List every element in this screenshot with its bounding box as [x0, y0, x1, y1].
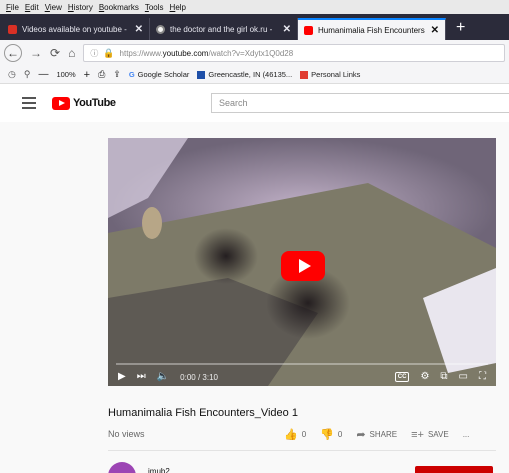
url-bar[interactable]: ⓘ 🔒 https://www.youtube.com/watch?v=Xdyt… — [83, 44, 505, 62]
player-controls: ▶ ⏭ 🔈 0:00 / 3:10 CC ⚙ ⧉ ▭ ⛶ — [108, 368, 496, 386]
gmail-icon — [8, 24, 17, 34]
youtube-play-icon — [52, 96, 70, 110]
zoom-out-button[interactable]: — — [38, 69, 48, 80]
like-button[interactable]: 👍 0 — [284, 428, 306, 441]
menu-help[interactable]: Help — [170, 3, 186, 12]
close-icon[interactable]: ✕ — [283, 24, 291, 35]
tab-youtube[interactable]: Humanimalia Fish Encounters ✕ — [298, 18, 446, 40]
channel-avatar[interactable] — [108, 462, 136, 473]
zoom-search-icon[interactable]: ⚲ — [24, 69, 31, 80]
menu-edit[interactable]: Edit — [25, 3, 39, 12]
share-icon[interactable]: ⇪ — [113, 69, 121, 80]
progress-bar[interactable] — [116, 363, 488, 365]
youtube-icon — [304, 25, 313, 35]
share-button[interactable]: ➦ SHARE — [356, 428, 397, 441]
tab-label: the doctor and the girl ok.ru - — [170, 24, 273, 34]
menu-view[interactable]: View — [45, 3, 62, 12]
captions-button[interactable]: CC — [394, 372, 410, 382]
miniplayer-icon[interactable]: ⧉ — [440, 372, 447, 382]
url-text: https://www.youtube.com/watch?v=Xdytx1Q0… — [119, 48, 294, 58]
home-button[interactable]: ⌂ — [68, 46, 75, 60]
youtube-header: YouTube Search — [0, 84, 509, 122]
settings-icon[interactable]: ⚙ — [420, 372, 429, 382]
bookmarks-bar: ◷ ⚲ — 100% + ⎙ ⇪ G Google Scholar Greenc… — [0, 66, 509, 84]
reload-button[interactable]: ⟳ — [50, 46, 60, 60]
menu-history[interactable]: History — [68, 3, 93, 12]
youtube-logo[interactable]: YouTube — [52, 96, 116, 110]
play-icon[interactable]: ▶ — [118, 372, 126, 382]
time-display: 0:00 / 3:10 — [180, 372, 218, 382]
tab-gmail[interactable]: Videos available on youtube - ✕ — [2, 18, 150, 40]
history-icon[interactable]: ◷ — [8, 69, 16, 80]
info-icon[interactable]: ⓘ — [90, 48, 98, 59]
more-actions-button[interactable]: ... — [463, 430, 470, 439]
next-icon[interactable]: ⏭ — [137, 372, 146, 382]
theater-icon[interactable]: ▭ — [459, 372, 468, 382]
menu-bar: File Edit View History Bookmarks Tools H… — [0, 0, 509, 14]
bookmark-google-scholar[interactable]: G Google Scholar — [129, 70, 190, 79]
forward-button[interactable]: → — [30, 46, 42, 60]
close-icon[interactable]: ✕ — [135, 24, 143, 35]
tab-label: Videos available on youtube - — [22, 24, 127, 34]
menu-file[interactable]: File — [6, 3, 19, 12]
zoom-in-button[interactable]: + — [84, 69, 90, 81]
view-count: No views — [108, 429, 145, 439]
new-tab-button[interactable]: + — [446, 18, 475, 40]
print-icon[interactable]: ⎙ — [98, 69, 105, 80]
tab-strip: Videos available on youtube - ✕ the doct… — [0, 14, 509, 40]
menu-icon[interactable] — [22, 97, 36, 109]
google-icon: G — [128, 70, 135, 79]
fullscreen-icon[interactable]: ⛶ — [479, 372, 486, 382]
close-icon[interactable]: ✕ — [431, 25, 439, 36]
dislike-count: 0 — [337, 430, 343, 439]
watch-page: ▶ ⏭ 🔈 0:00 / 3:10 CC ⚙ ⧉ ▭ ⛶ Humanimalia… — [0, 122, 509, 473]
search-input[interactable]: Search — [211, 93, 509, 113]
like-count: 0 — [301, 430, 307, 439]
menu-bookmarks[interactable]: Bookmarks — [99, 3, 139, 12]
thumbs-down-icon: 👎 — [320, 429, 334, 441]
subscribe-button[interactable] — [415, 466, 493, 473]
play-overlay-button[interactable] — [281, 251, 325, 281]
video-player[interactable]: ▶ ⏭ 🔈 0:00 / 3:10 CC ⚙ ⧉ ▭ ⛶ — [108, 138, 496, 386]
ok-icon — [156, 24, 165, 34]
tab-label: Humanimalia Fish Encounters — [318, 25, 425, 35]
menu-tools[interactable]: Tools — [145, 3, 164, 12]
bookmark-greencastle[interactable]: Greencastle, IN (46135... — [197, 70, 292, 79]
video-title: Humanimalia Fish Encounters_Video 1 — [108, 407, 298, 419]
share-arrow-icon: ➦ — [356, 429, 366, 441]
lock-icon: 🔒 — [103, 47, 115, 58]
thumbs-up-icon: 👍 — [284, 429, 298, 441]
channel-name[interactable]: jmub2 — [148, 467, 170, 473]
weather-icon — [197, 70, 206, 79]
folder-icon — [300, 70, 309, 79]
playlist-add-icon: ≡+ — [411, 428, 424, 441]
back-button[interactable]: ← — [4, 44, 22, 62]
dislike-button[interactable]: 👎 0 — [320, 428, 342, 441]
zoom-level[interactable]: 100% — [56, 70, 75, 79]
divider — [108, 450, 496, 451]
save-button[interactable]: ≡+ SAVE — [411, 429, 449, 441]
volume-icon[interactable]: 🔈 — [157, 372, 169, 382]
tab-okru[interactable]: the doctor and the girl ok.ru - ✕ — [150, 18, 298, 40]
video-actions: 👍 0 👎 0 ➦ SHARE ≡+ SAVE ... — [284, 428, 477, 442]
bookmark-personal-links[interactable]: Personal Links — [300, 70, 360, 79]
nav-bar: ← → ⟳ ⌂ ⓘ 🔒 https://www.youtube.com/watc… — [0, 40, 509, 66]
